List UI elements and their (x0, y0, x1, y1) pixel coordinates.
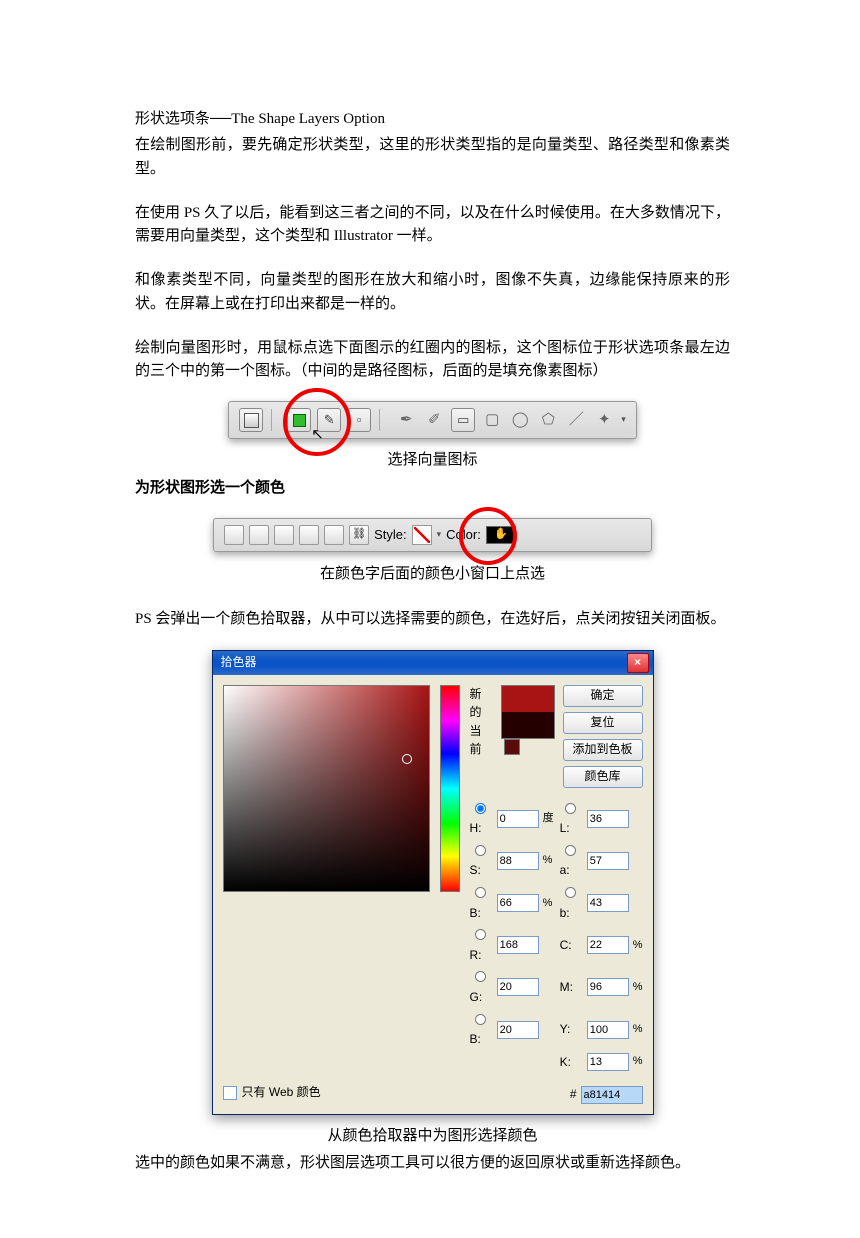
rgb-b-label: B: (470, 1032, 481, 1046)
k-field[interactable] (587, 1053, 629, 1071)
style-swatch[interactable] (412, 525, 432, 545)
h-unit: 度 (543, 810, 554, 827)
dropdown-icon[interactable]: ▾ (437, 528, 442, 542)
line-shape-icon[interactable]: ／ (565, 409, 587, 431)
r-label: R: (470, 948, 482, 962)
style-label: Style: (374, 525, 407, 545)
y-field[interactable] (587, 1021, 629, 1039)
mode-icon[interactable] (324, 525, 344, 545)
new-color-preview (502, 686, 554, 712)
new-color-label: 新的 (470, 685, 489, 722)
hue-slider[interactable] (440, 685, 460, 892)
paragraph: 在使用 PS 久了以后，能看到这三者之间的不同，以及在什么时候使用。在大多数情况… (135, 202, 730, 249)
add-swatch-button[interactable]: 添加到色板 (563, 739, 643, 761)
dropdown-icon[interactable]: ▾ (621, 413, 626, 427)
y-label: Y: (560, 1020, 581, 1039)
lab-b-label: b: (560, 906, 570, 920)
hex-field[interactable] (581, 1086, 643, 1104)
ellipse-shape-icon[interactable]: ◯ (509, 409, 531, 431)
color-label: Color: (446, 525, 481, 545)
h-field[interactable] (497, 810, 539, 828)
freeform-pen-icon[interactable]: ✐ (423, 409, 445, 431)
paragraph: 在绘制图形前，要先确定形状类型，这里的形状类型指的是向量类型、路径类型和像素类型… (135, 134, 730, 181)
shape-layers-icon[interactable] (287, 408, 311, 432)
a-field[interactable] (587, 852, 629, 870)
l-label: L: (560, 821, 570, 835)
paths-icon[interactable]: ✎ (317, 408, 341, 432)
s-radio[interactable] (475, 845, 486, 856)
m-field[interactable] (587, 978, 629, 996)
k-label: K: (560, 1053, 581, 1072)
polygon-shape-icon[interactable]: ⬠ (537, 409, 559, 431)
c-unit: % (633, 937, 643, 954)
mode-icon[interactable] (224, 525, 244, 545)
m-label: M: (560, 978, 581, 997)
shape-options-toolbar: ✎ ▫ ✒ ✐ ▭ ▢ ◯ ⬠ ／ ✦ ▾ ↖ (228, 401, 637, 439)
lab-b-field[interactable] (587, 894, 629, 912)
h-radio[interactable] (475, 803, 486, 814)
g-label: G: (470, 990, 483, 1004)
s-unit: % (543, 852, 554, 869)
g-field[interactable] (497, 978, 539, 996)
web-only-checkbox[interactable] (223, 1086, 237, 1100)
caption: 在颜色字后面的颜色小窗口上点选 (135, 563, 730, 586)
l-radio[interactable] (565, 803, 576, 814)
r-radio[interactable] (475, 929, 486, 940)
k-unit: % (633, 1053, 643, 1070)
current-color-preview (502, 712, 554, 738)
shape-style-toolbar: ⛓ Style: ▾ Color: ✋ (213, 518, 652, 552)
paragraph: 和像素类型不同，向量类型的图形在放大和缩小时，图像不失真，边缘能保持原来的形状。… (135, 269, 730, 316)
dialog-title: 拾色器 (221, 653, 257, 672)
b-hsb-field[interactable] (497, 894, 539, 912)
lab-b-radio[interactable] (565, 887, 576, 898)
s-label: S: (470, 863, 481, 877)
mode-icon[interactable] (299, 525, 319, 545)
custom-shape-icon[interactable]: ✦ (593, 409, 615, 431)
tool-preset-icon[interactable] (239, 408, 263, 432)
link-icon[interactable]: ⛓ (349, 525, 369, 545)
a-label: a: (560, 863, 570, 877)
a-radio[interactable] (565, 845, 576, 856)
b-radio[interactable] (475, 887, 486, 898)
hex-label: # (570, 1085, 577, 1104)
ok-button[interactable]: 确定 (563, 685, 643, 707)
paragraph: 绘制向量图形时，用鼠标点选下面图示的红圈内的图标，这个图标位于形状选项条最左边的… (135, 337, 730, 384)
color-picker-dialog: 拾色器 × 新的 当前 (212, 650, 654, 1115)
s-field[interactable] (497, 852, 539, 870)
fill-pixels-icon[interactable]: ▫ (347, 408, 371, 432)
current-color-label: 当前 (470, 722, 489, 759)
c-label: C: (560, 936, 581, 955)
paragraph: PS 会弹出一个颜色拾取器，从中可以选择需要的颜色，在选好后，点关闭按钮关闭面板… (135, 608, 730, 631)
title-line: 形状选项条──The Shape Layers Option (135, 108, 730, 131)
g-radio[interactable] (475, 971, 486, 982)
color-library-button[interactable]: 颜色库 (563, 766, 643, 788)
warning-swatch-icon[interactable] (504, 739, 520, 755)
web-only-label: 只有 Web 颜色 (242, 1083, 321, 1102)
rgb-b-radio[interactable] (475, 1014, 486, 1025)
b-label: B: (470, 906, 481, 920)
y-unit: % (633, 1021, 643, 1038)
caption: 从颜色拾取器中为图形选择颜色 (135, 1125, 730, 1148)
b-unit: % (543, 895, 554, 912)
l-field[interactable] (587, 810, 629, 828)
caption: 选择向量图标 (135, 449, 730, 472)
dialog-titlebar[interactable]: 拾色器 × (213, 651, 653, 675)
rounded-rect-icon[interactable]: ▢ (481, 409, 503, 431)
close-icon[interactable]: × (627, 653, 649, 673)
m-unit: % (633, 979, 643, 996)
rectangle-shape-icon[interactable]: ▭ (451, 408, 475, 432)
mode-icon[interactable] (274, 525, 294, 545)
color-swatch[interactable]: ✋ (486, 526, 516, 544)
color-cursor-icon (402, 754, 412, 764)
rgb-b-field[interactable] (497, 1021, 539, 1039)
pen-tool-icon[interactable]: ✒ (395, 409, 417, 431)
c-field[interactable] (587, 936, 629, 954)
h-label: H: (470, 821, 482, 835)
mode-icon[interactable] (249, 525, 269, 545)
r-field[interactable] (497, 936, 539, 954)
subheading: 为形状图形选一个颜色 (135, 477, 730, 500)
cancel-button[interactable]: 复位 (563, 712, 643, 734)
paragraph: 选中的颜色如果不满意，形状图层选项工具可以很方便的返回原状或重新选择颜色。 (135, 1152, 730, 1175)
color-field[interactable] (223, 685, 430, 892)
